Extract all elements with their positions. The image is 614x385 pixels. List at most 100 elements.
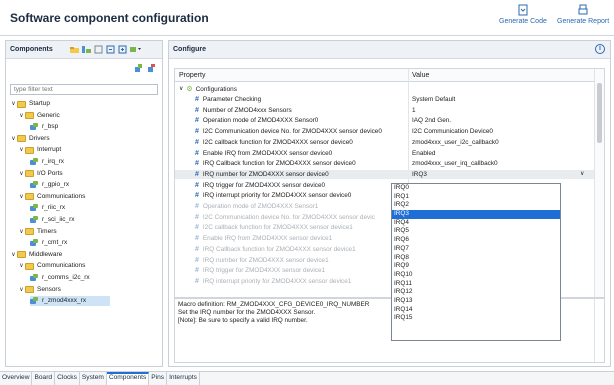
irq-dropdown-list[interactable]: IRQ0 IRQ1 IRQ2 IRQ3 IRQ4 IRQ5 IRQ6 IRQ7 IRQ8 IRQ9… bbox=[391, 183, 561, 341]
tree-component[interactable]: r_irq_rx bbox=[30, 157, 64, 167]
dropdown-option[interactable]: IRQ10 bbox=[392, 271, 560, 280]
property-row[interactable]: # I2C Communication device No. for ZMOD4X… bbox=[175, 127, 595, 136]
dropdown-option[interactable]: IRQ5 bbox=[392, 227, 560, 236]
dropdown-option[interactable]: IRQ14 bbox=[392, 306, 560, 315]
dropdown-option[interactable]: IRQ13 bbox=[392, 297, 560, 306]
tree-folder[interactable]: ∨ Communications bbox=[18, 192, 85, 202]
property-value[interactable]: IAQ 2nd Gen. bbox=[412, 116, 592, 125]
chevron-down-icon[interactable]: ∨ bbox=[10, 99, 17, 109]
dropdown-option[interactable]: IRQ11 bbox=[392, 280, 560, 289]
dropdown-option[interactable]: IRQ1 bbox=[392, 193, 560, 202]
tab-clocks[interactable]: Clocks bbox=[55, 372, 80, 385]
dropdown-option[interactable]: IRQ9 bbox=[392, 262, 560, 271]
hash-icon: # bbox=[195, 203, 199, 210]
dropdown-option[interactable]: IRQ2 bbox=[392, 201, 560, 210]
dropdown-option[interactable]: IRQ4 bbox=[392, 219, 560, 228]
chevron-down-icon[interactable]: ∨ bbox=[18, 192, 25, 202]
group-row-configurations[interactable]: ∨ ⚙ Configurations bbox=[175, 85, 595, 94]
scrollbar-thumb[interactable] bbox=[597, 83, 602, 143]
configure-panel-header: Configure i bbox=[169, 41, 610, 59]
remove-component-icon[interactable] bbox=[147, 64, 156, 73]
tree-folder[interactable]: ∨ Middleware bbox=[10, 250, 62, 260]
folder-icon bbox=[17, 100, 26, 108]
property-value[interactable]: zmod4xxx_user_irq_callback0 bbox=[412, 159, 592, 168]
expand-all-icon[interactable] bbox=[118, 45, 127, 54]
menu-dropdown-icon[interactable] bbox=[130, 45, 141, 54]
property-name: Number of ZMOD4xxx Sensors bbox=[202, 106, 292, 114]
tree-component[interactable]: r_comms_i2c_rx bbox=[30, 273, 90, 283]
chevron-down-icon[interactable]: ∨ bbox=[18, 285, 25, 295]
tree-component[interactable]: r_sci_iic_rx bbox=[30, 215, 75, 225]
collapse-all-icon[interactable] bbox=[106, 45, 115, 54]
dropdown-option[interactable]: IRQ3 bbox=[392, 210, 560, 219]
add-component-icon[interactable] bbox=[70, 45, 79, 54]
generate-code-button[interactable]: Generate Code bbox=[499, 4, 547, 25]
property-value[interactable]: I2C Communication Device0 bbox=[412, 127, 592, 136]
property-value[interactable]: System Default bbox=[412, 95, 592, 104]
property-row[interactable]: # IRQ number for ZMOD4XXX sensor device0 I… bbox=[175, 169, 595, 179]
chevron-down-icon[interactable]: ∨ bbox=[18, 227, 25, 237]
property-value[interactable]: 1 bbox=[412, 106, 592, 115]
dropdown-option[interactable]: IRQ8 bbox=[392, 254, 560, 263]
chevron-down-icon[interactable]: ∨ bbox=[18, 145, 25, 155]
description-scrollbar[interactable] bbox=[594, 299, 604, 362]
dropdown-option[interactable]: IRQ6 bbox=[392, 236, 560, 245]
hash-icon: # bbox=[195, 138, 199, 146]
tree-component[interactable]: r_bsp bbox=[30, 122, 58, 132]
tree-folder[interactable]: ∨ Generic bbox=[18, 111, 60, 121]
tree-component[interactable]: r_zmod4xxx_rx bbox=[30, 296, 110, 307]
property-row[interactable]: # Enable IRQ from ZMOD4XXX sensor device0… bbox=[175, 149, 595, 158]
component-icon bbox=[30, 158, 39, 166]
chevron-down-icon[interactable]: ∨ bbox=[580, 170, 584, 179]
property-row[interactable]: # I2C callback function for ZMOD4XXX sens… bbox=[175, 138, 595, 147]
property-row[interactable]: # Operation mode of ZMOD4XXX Sensor0 IAQ 2… bbox=[175, 116, 595, 125]
folder-icon bbox=[25, 228, 34, 236]
tree-folder[interactable]: ∨ Timers bbox=[18, 227, 57, 237]
property-row[interactable]: # Number of ZMOD4xxx Sensors 1 bbox=[175, 106, 595, 115]
tab-board[interactable]: Board bbox=[32, 372, 56, 385]
tab-system[interactable]: System bbox=[80, 372, 107, 385]
property-name: IRQ interrupt priority for ZMOD4XXX sens… bbox=[202, 192, 352, 200]
component-icon bbox=[30, 274, 39, 282]
dropdown-option[interactable]: IRQ0 bbox=[392, 184, 560, 193]
chevron-down-icon[interactable]: ∨ bbox=[10, 250, 17, 260]
property-name: IRQ number for ZMOD4XXX sensor device1 bbox=[202, 256, 329, 264]
info-icon[interactable]: i bbox=[595, 44, 605, 54]
property-row[interactable]: # Parameter Checking System Default bbox=[175, 95, 595, 104]
dropdown-option[interactable]: IRQ7 bbox=[392, 245, 560, 254]
dropdown-option[interactable]: IRQ15 bbox=[392, 314, 560, 323]
tree-component[interactable]: r_riic_rx bbox=[30, 203, 65, 213]
tab-overview[interactable]: Overview bbox=[0, 372, 33, 385]
tree-folder[interactable]: ∨ I/O Ports bbox=[18, 169, 63, 179]
property-value[interactable]: IRQ3 bbox=[412, 170, 592, 179]
chevron-down-icon[interactable]: ∨ bbox=[10, 134, 17, 144]
tab-components[interactable]: Components bbox=[106, 372, 150, 385]
tree-folder[interactable]: ∨ Startup bbox=[10, 99, 50, 109]
chevron-down-icon[interactable]: ∨ bbox=[18, 261, 25, 271]
tree-folder[interactable]: ∨ Drivers bbox=[10, 134, 50, 144]
view-icon[interactable] bbox=[82, 45, 91, 54]
group-icon[interactable] bbox=[94, 45, 103, 54]
hash-icon: # bbox=[195, 213, 199, 221]
generate-report-button[interactable]: Generate Report bbox=[557, 4, 609, 25]
tree-component[interactable]: r_gpio_rx bbox=[30, 180, 69, 190]
filter-input[interactable] bbox=[10, 84, 158, 95]
property-value[interactable]: zmod4xxx_user_i2c_callback0 bbox=[412, 138, 592, 147]
tab-interrupts[interactable]: Interrupts bbox=[167, 372, 200, 385]
chevron-down-icon[interactable]: ∨ bbox=[18, 111, 25, 121]
chevron-down-icon[interactable]: ∨ bbox=[18, 169, 25, 179]
tree-folder[interactable]: ∨ Communications bbox=[18, 261, 85, 271]
tree-item-label: Sensors bbox=[37, 285, 61, 293]
tree-component[interactable]: r_cmt_rx bbox=[30, 238, 67, 248]
folder-icon bbox=[25, 112, 34, 120]
tree-folder[interactable]: ∨ Interrupt bbox=[18, 145, 61, 155]
property-row[interactable]: # IRQ Callback function for ZMOD4XXX sens… bbox=[175, 159, 595, 168]
add-component-small-icon[interactable] bbox=[134, 64, 143, 73]
tab-pins[interactable]: Pins bbox=[149, 372, 168, 385]
tree-item-label: Drivers bbox=[29, 134, 50, 142]
property-value[interactable]: Enabled bbox=[412, 149, 592, 158]
property-scrollbar[interactable] bbox=[594, 69, 604, 297]
tree-folder[interactable]: ∨ Sensors bbox=[18, 285, 61, 295]
dropdown-option[interactable]: IRQ12 bbox=[392, 288, 560, 297]
hash-icon: # bbox=[195, 117, 199, 125]
